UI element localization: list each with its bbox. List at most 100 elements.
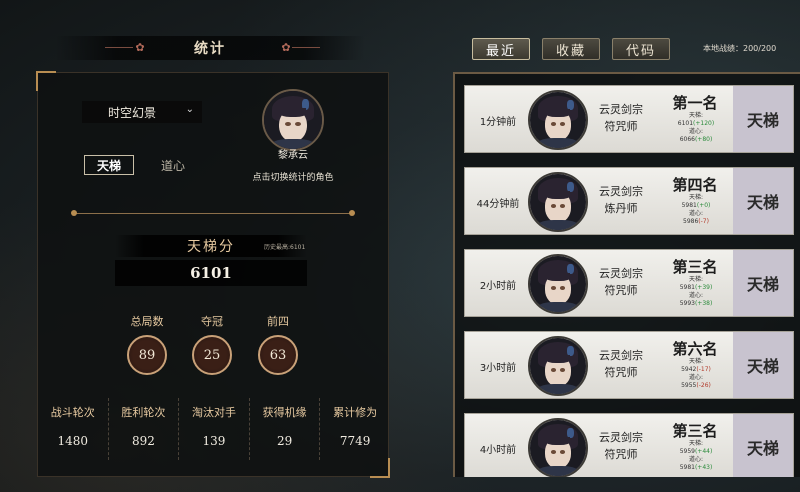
stats-panel: 时空幻景 ⌄ 黎承云 点击切换统计的角色 天梯 道心 天梯分 历史最高:6101… <box>36 71 390 478</box>
record-sect: 云灵剑宗 <box>599 349 643 362</box>
dao-label: 道心: <box>688 128 704 135</box>
stat-wins: 夺冠 25 <box>187 313 237 375</box>
stat-value: 63 <box>258 335 298 375</box>
match-record[interactable]: 1分钟前 云灵剑宗 符咒师 第一名 天梯: 6101(+120) 道心: 6066(+80) 天… <box>464 85 794 153</box>
tab-recent[interactable]: 最近 <box>472 38 530 60</box>
ladder-delta: (+120) <box>693 120 715 127</box>
match-record[interactable]: 2小时前 云灵剑宗 符咒师 第三名 天梯: 5981(+39) 道心: 5993(+38) 天梯 <box>464 249 794 317</box>
match-record[interactable]: 4小时前 云灵剑宗 符咒师 第三名 天梯: 5959(+44) 道心: 5981(+43) 天梯 <box>464 413 794 477</box>
ladder-score: 5981 <box>681 202 697 209</box>
dao-label: 道心: <box>688 456 704 463</box>
record-sect: 云灵剑宗 <box>599 103 643 116</box>
stat-value: 139 <box>202 434 226 448</box>
dao-label: 道心: <box>688 210 704 217</box>
ladder-label: 天梯: <box>688 358 704 365</box>
record-mode-badge: 天梯 <box>733 168 793 234</box>
corner-ornament <box>36 71 56 91</box>
record-score-changes: 天梯: 5981(+0) 道心: 5986(-7) <box>675 194 717 226</box>
record-avatar <box>528 418 588 477</box>
record-rank: 第三名 <box>672 258 718 276</box>
ladder-score: 5942 <box>681 366 697 373</box>
tab-dao[interactable]: 道心 <box>150 155 196 175</box>
record-mode-badge: 天梯 <box>733 250 793 316</box>
record-sect-role: 云灵剑宗 符咒师 <box>591 429 651 463</box>
stat-value: 29 <box>276 434 293 448</box>
record-avatar <box>528 254 588 314</box>
stat-label: 胜利轮次 <box>121 406 166 419</box>
ladder-score-value: 6101 <box>115 260 307 286</box>
mode-select-value: 时空幻景 <box>108 105 157 120</box>
stat-value: 1480 <box>57 434 89 448</box>
match-record[interactable]: 3小时前 云灵剑宗 符咒师 第六名 天梯: 5942(-17) 道心: 5955(-26) 天梯 <box>464 331 794 399</box>
flower-ornament-icon: ✿ <box>281 41 291 54</box>
corner-ornament <box>370 458 390 478</box>
character-avatar[interactable] <box>262 89 324 151</box>
ladder-score: 6101 <box>677 120 694 127</box>
stat-top4: 前四 63 <box>253 313 303 375</box>
record-avatar <box>528 172 588 232</box>
dao-delta: (+38) <box>694 300 713 307</box>
record-mode-badge: 天梯 <box>733 86 793 152</box>
stat-label: 获得机缘 <box>262 406 307 419</box>
ladder-label: 天梯: <box>688 276 704 283</box>
dao-score: 5986 <box>683 218 699 225</box>
record-role: 炼丹师 <box>604 202 638 215</box>
stat-cultivation: 累计修为 7749 <box>319 398 390 460</box>
character-switch-hint: 点击切换统计的角色 <box>252 173 334 183</box>
ladder-score: 5981 <box>679 284 695 291</box>
stat-label: 战斗轮次 <box>50 406 95 419</box>
chevron-down-icon: ⌄ <box>185 104 194 115</box>
dao-score: 5993 <box>679 300 695 307</box>
ladder-delta: (+0) <box>696 202 711 209</box>
match-history-list[interactable]: 1分钟前 云灵剑宗 符咒师 第一名 天梯: 6101(+120) 道心: 6066(+80) 天… <box>453 72 800 477</box>
record-score-changes: 天梯: 6101(+120) 道心: 6066(+80) <box>675 112 717 144</box>
record-time: 3小时前 <box>479 362 517 374</box>
tab-ladder[interactable]: 天梯 <box>84 155 134 175</box>
divider <box>71 210 355 216</box>
dao-delta: (+80) <box>694 136 713 143</box>
record-score-changes: 天梯: 5942(-17) 道心: 5955(-26) <box>675 358 717 390</box>
stat-label: 夺冠 <box>201 315 223 328</box>
record-sect: 云灵剑宗 <box>599 431 643 444</box>
tab-code[interactable]: 代码 <box>612 38 670 60</box>
stat-value: 89 <box>127 335 167 375</box>
record-score-changes: 天梯: 5959(+44) 道心: 5981(+43) <box>675 440 717 472</box>
stat-battle-rounds: 战斗轮次 1480 <box>38 398 108 460</box>
record-time: 2小时前 <box>479 280 517 292</box>
tab-favorites[interactable]: 收藏 <box>542 38 600 60</box>
record-sect-role: 云灵剑宗 符咒师 <box>591 347 651 381</box>
dao-label: 道心: <box>688 374 704 381</box>
ladder-score: 5959 <box>679 448 695 455</box>
page-title: 统计 <box>194 41 226 57</box>
record-sect-role: 云灵剑宗 符咒师 <box>591 101 651 135</box>
stat-label: 累计修为 <box>333 406 378 419</box>
stat-win-rounds: 胜利轮次 892 <box>107 398 179 460</box>
record-mode-badge: 天梯 <box>733 332 793 398</box>
record-time: 44分钟前 <box>476 198 520 210</box>
match-record[interactable]: 44分钟前 云灵剑宗 炼丹师 第四名 天梯: 5981(+0) 道心: 5986(-7) 天梯 <box>464 167 794 235</box>
title-line-right <box>292 47 320 48</box>
stat-label: 前四 <box>267 315 289 328</box>
ladder-label: 天梯: <box>688 194 704 201</box>
record-rank: 第一名 <box>672 94 718 112</box>
flower-ornament-icon: ✿ <box>135 41 145 54</box>
stat-eliminations: 淘汰对手 139 <box>178 398 249 460</box>
record-sect-role: 云灵剑宗 符咒师 <box>591 265 651 299</box>
stats-title-bar: ✿ 统计 ✿ <box>55 36 365 60</box>
dao-delta: (-26) <box>696 382 711 389</box>
stat-label: 淘汰对手 <box>191 406 236 419</box>
stat-total-games: 总局数 89 <box>122 313 172 375</box>
history-high: 历史最高:6101 <box>264 244 306 251</box>
local-records-count: 本地战绩：200/200 <box>703 44 777 53</box>
record-rank: 第六名 <box>672 340 718 358</box>
stat-value: 892 <box>131 434 155 448</box>
mode-select[interactable]: 时空幻景 ⌄ <box>82 101 202 123</box>
record-sect: 云灵剑宗 <box>599 267 643 280</box>
record-rank: 第三名 <box>672 422 718 440</box>
ladder-delta: (+39) <box>694 284 713 291</box>
dao-score: 6066 <box>679 136 695 143</box>
stat-value: 7749 <box>339 434 371 448</box>
character-name: 黎承云 <box>278 150 308 161</box>
dao-score: 5981 <box>679 464 695 471</box>
dao-delta: (-7) <box>698 218 709 225</box>
